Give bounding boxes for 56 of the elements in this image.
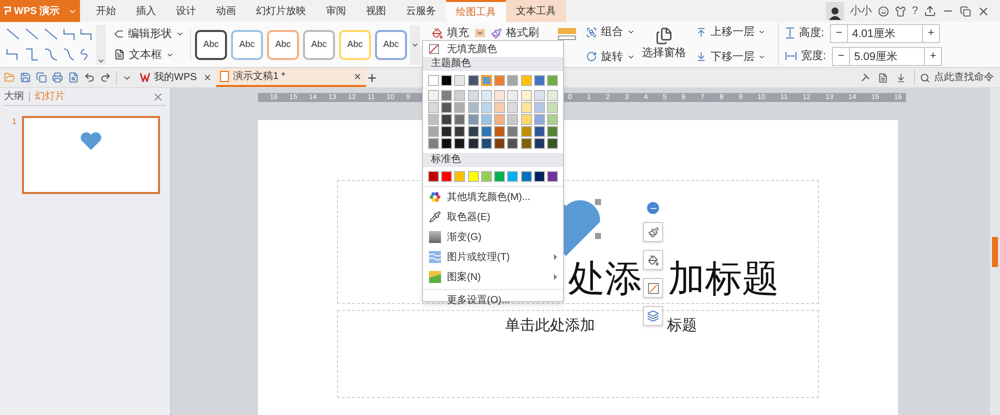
- send-backward-button[interactable]: 下移一层: [696, 48, 766, 65]
- slide-title: 处添: [568, 260, 642, 297]
- ribbon-tab[interactable]: 视图: [356, 0, 396, 22]
- shape-style-sample[interactable]: Abc: [231, 30, 263, 60]
- document-tab[interactable]: 演示文稿1 *: [216, 68, 366, 87]
- ribbon-tab[interactable]: 动画: [206, 0, 246, 22]
- help-button[interactable]: ?: [912, 2, 918, 20]
- increase-button[interactable]: +: [922, 24, 940, 42]
- ribbon-tab[interactable]: 云服务: [396, 0, 446, 22]
- menu-item[interactable]: 图案(N): [423, 267, 563, 287]
- ribbon-tab[interactable]: 审阅: [316, 0, 356, 22]
- group-button[interactable]: 组合: [586, 24, 638, 40]
- command-search-field[interactable]: 点此查找命令: [914, 70, 994, 85]
- menu-heading: 标准色: [423, 153, 563, 167]
- slide-subtitle: 标题: [667, 315, 697, 336]
- shape-style-sample[interactable]: Abc: [339, 30, 371, 60]
- height-field[interactable]: 4.01厘米: [848, 24, 922, 42]
- menu-item[interactable]: 其他填充颜色(M)...: [423, 187, 563, 207]
- menu-item[interactable]: 图片或纹理(T): [423, 247, 563, 267]
- width-field[interactable]: 5.09厘米: [850, 46, 924, 66]
- ribbon-tab[interactable]: 文本工具: [506, 0, 566, 22]
- slide-number: 1: [12, 116, 16, 128]
- format-painter-button[interactable]: 格式刷: [491, 25, 539, 42]
- shape-style-sample[interactable]: Abc: [303, 30, 335, 60]
- user-name[interactable]: 小小: [850, 2, 872, 20]
- decrease-button[interactable]: −: [830, 24, 848, 42]
- tab-label: 演示文稿1 *: [233, 70, 286, 84]
- menu-heading: 主题颜色: [423, 57, 563, 71]
- tab-label: 我的WPS: [154, 70, 197, 85]
- shape-style-sample[interactable]: Abc: [195, 30, 227, 60]
- menu-item[interactable]: 取色器(E): [423, 207, 563, 227]
- menu-item[interactable]: 更多设置(O)...: [423, 290, 563, 310]
- menu-item[interactable]: 渐变(G): [423, 227, 563, 247]
- ribbon-tab[interactable]: 幻灯片放映: [246, 0, 316, 22]
- increase-button[interactable]: +: [924, 46, 942, 66]
- bring-forward-button[interactable]: 上移一层: [696, 24, 766, 40]
- menu-item[interactable]: 无填充颜色: [423, 41, 563, 57]
- decrease-button[interactable]: −: [832, 46, 850, 66]
- ribbon-tab[interactable]: 绘图工具: [446, 0, 506, 22]
- document-tab[interactable]: 我的WPS: [136, 68, 216, 87]
- slide-subtitle: 单击此处添加: [505, 315, 595, 336]
- selection-pane-button[interactable]: 选择窗格: [642, 27, 686, 62]
- shape-style-sample[interactable]: Abc: [267, 30, 299, 60]
- shape-style-sample[interactable]: Abc: [375, 30, 407, 60]
- edit-shape-button[interactable]: 编辑形状: [114, 26, 188, 42]
- rotate-button[interactable]: 旋转: [586, 48, 638, 65]
- panel-tab[interactable]: 大纲: [4, 89, 24, 104]
- slide-title: 加标题: [668, 260, 779, 297]
- search-placeholder: 点此查找命令: [934, 70, 994, 85]
- field-label: 宽度:: [801, 48, 826, 64]
- text-box-button[interactable]: 文本框: [114, 46, 188, 63]
- ribbon-tab[interactable]: 插入: [126, 0, 166, 22]
- fill-button[interactable]: 填充: [432, 25, 469, 42]
- ribbon-tab[interactable]: 开始: [86, 0, 126, 22]
- field-label: 高度:: [799, 26, 824, 41]
- ribbon-tab[interactable]: 设计: [166, 0, 206, 22]
